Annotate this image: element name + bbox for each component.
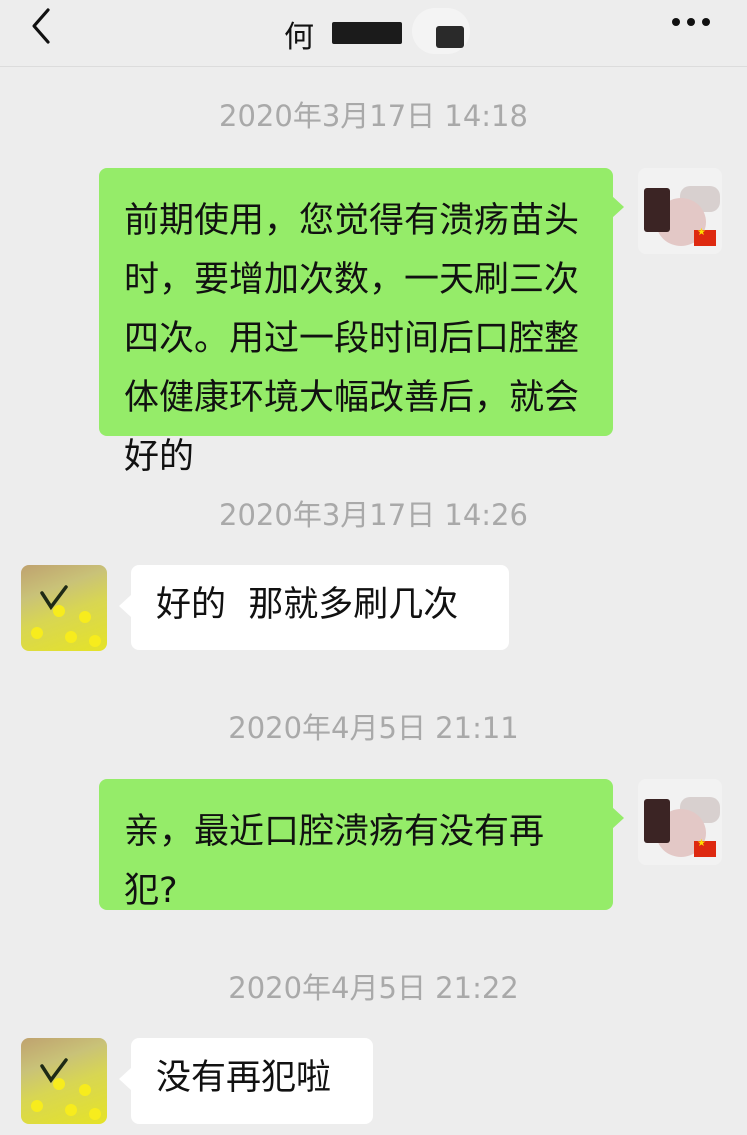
message-text: 没有再犯啦	[156, 1058, 332, 1098]
message-timestamp: 2020年3月17日 14:18	[219, 99, 528, 133]
bubble-tail	[612, 807, 624, 829]
chat-header: 何	[0, 0, 747, 67]
message-bubble-sent[interactable]: 前期使用，您觉得有溃疡苗头时，要增加次数，一天刷三次四次。用过一段时间后口腔整体…	[99, 168, 613, 477]
bubble-tail	[119, 595, 131, 617]
avatar-contact[interactable]	[21, 565, 107, 651]
message-bubble-received[interactable]: 没有再犯啦	[131, 1038, 373, 1124]
message-text: 亲，最近口腔溃疡有没有再犯?	[124, 812, 545, 911]
chat-title: 何	[280, 8, 470, 55]
message-timestamp: 2020年4月5日 21:22	[228, 971, 519, 1005]
message-timestamp: 2020年4月5日 21:11	[228, 711, 519, 745]
bubble-tail	[612, 196, 624, 218]
message-bubble-received[interactable]: 好的 那就多刷几次	[131, 565, 509, 650]
message-text: 好的 那就多刷几次	[156, 585, 459, 625]
message-text: 前期使用，您觉得有溃疡苗头时，要增加次数，一天刷三次四次。用过一段时间后口腔整体…	[124, 201, 580, 477]
chat-title-text: 何	[284, 20, 316, 55]
message-timestamp: 2020年3月17日 14:26	[219, 498, 528, 532]
avatar-self[interactable]	[638, 779, 722, 865]
redaction-mark	[436, 26, 464, 48]
avatar-contact[interactable]	[21, 1038, 107, 1124]
redaction-mark	[332, 22, 402, 44]
chevron-left-icon[interactable]	[22, 6, 62, 46]
bubble-tail	[119, 1068, 131, 1090]
more-dots-icon[interactable]	[668, 16, 714, 30]
avatar-self[interactable]	[638, 168, 722, 254]
message-bubble-sent[interactable]: 亲，最近口腔溃疡有没有再犯?	[99, 779, 613, 911]
